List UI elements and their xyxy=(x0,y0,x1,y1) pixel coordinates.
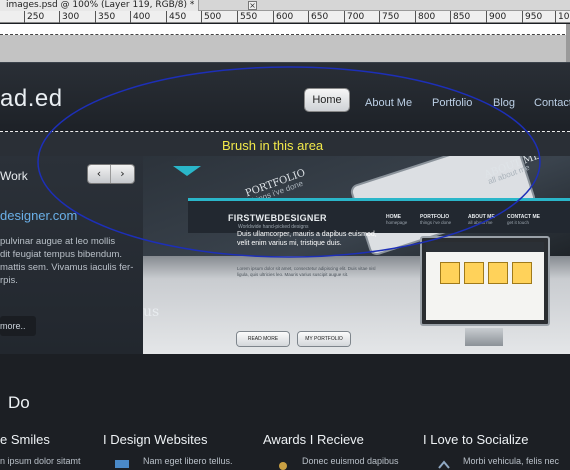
screen-card xyxy=(464,262,484,284)
service-text: Morbi vehicula, felis nec xyxy=(463,456,560,466)
service-text: n ipsum dolor sitamt xyxy=(0,456,81,466)
recent-work-panel: Work ‹ › designer.com pulvinar augue at … xyxy=(0,156,143,354)
canvas-top-strip xyxy=(0,24,570,35)
horizontal-ruler[interactable]: 250 300 350 400 450 500 550 600 650 700 … xyxy=(0,11,570,23)
mockup-paragraph: Duis ullamcorper, mauris a dapibus euism… xyxy=(237,231,377,247)
ruler-label: 700 xyxy=(344,11,364,23)
monitor-icon xyxy=(115,460,129,468)
mockup-nav-about-sub: all about me xyxy=(468,220,493,225)
ruler-label: 400 xyxy=(130,11,150,23)
ruler-label: 800 xyxy=(415,11,435,23)
mockup-teal-strip xyxy=(188,198,570,201)
ruler-label: 1000 xyxy=(555,11,570,23)
award-medal-icon xyxy=(279,462,287,470)
ruler-label: 500 xyxy=(201,11,221,23)
document-tab-bar: images.psd @ 100% (Layer 119, RGB/8) * × xyxy=(0,0,570,11)
ruler-label: 350 xyxy=(95,11,115,23)
screen-header-bar xyxy=(426,242,544,252)
service-text: Nam eget libero tellus. xyxy=(143,456,233,466)
chevron-right-icon[interactable]: › xyxy=(111,165,134,183)
mockup-my-portfolio-button: MY PORTFOLIO xyxy=(298,332,350,346)
ruler-label: 450 xyxy=(166,11,186,23)
nav-contact-link[interactable]: Contact xyxy=(534,97,570,109)
work-heading: Work xyxy=(0,169,28,183)
screen-card xyxy=(440,262,460,284)
site-logo[interactable]: ad.ed xyxy=(0,85,63,113)
ruler-label: 950 xyxy=(522,11,542,23)
mockup-site-header: FIRSTWEBDESIGNER Worldwide hand-picked d… xyxy=(188,201,570,233)
banner-side-word: us xyxy=(143,304,160,320)
ruler-label: 650 xyxy=(308,11,328,23)
mockup-small-text: Lorem ipsum dolor sit amet, consectetur … xyxy=(237,266,376,277)
ruler-label: 600 xyxy=(273,11,293,23)
chevron-left-icon[interactable]: ‹ xyxy=(88,165,111,183)
screen-card xyxy=(512,262,532,284)
ruler-label: 250 xyxy=(24,11,44,23)
selection-marquee-top xyxy=(0,131,570,132)
nav-about-link[interactable]: About Me xyxy=(365,97,412,109)
portfolio-banner-image: PORTFOLIO things i've done ABOUT ME all … xyxy=(143,156,570,354)
work-description-line: dit feugiat tempus bibendum. xyxy=(0,249,122,260)
screen-card xyxy=(488,262,508,284)
work-slider-arrows: ‹ › xyxy=(88,165,134,183)
mockup-read-more-button: READ MORE xyxy=(237,332,289,346)
canvas-pasteboard[interactable] xyxy=(0,24,570,62)
work-description-line: rpis. xyxy=(0,275,18,286)
mockup-logo: FIRSTWEBDESIGNER xyxy=(228,213,327,223)
nav-home-button[interactable]: Home xyxy=(305,89,349,111)
ruler-label: 900 xyxy=(486,11,506,23)
teal-ribbon-icon xyxy=(173,166,201,176)
more-button[interactable]: more.. xyxy=(0,316,36,336)
document-tab-title: images.psd @ 100% (Layer 119, RGB/8) * xyxy=(6,0,195,10)
monitor-screen xyxy=(426,242,544,320)
service-title: I Love to Socialize xyxy=(423,432,529,447)
photoshop-window: { "ps": { "tab_title": "images.psd @ 100… xyxy=(0,0,570,470)
ruler-label: 550 xyxy=(237,11,257,23)
ruler-label: 850 xyxy=(450,11,470,23)
ruler-label: 300 xyxy=(59,11,79,23)
work-description-line: mattis sem. Vivamus iaculis fer- xyxy=(0,262,134,273)
site-header: ad.ed Home About Me Portfolio Blog Conta… xyxy=(0,62,570,132)
nav-portfolio-link[interactable]: Portfolio xyxy=(432,97,472,109)
mockup-nav-portfolio-sub: things i've done xyxy=(420,220,452,225)
service-title: e Smiles xyxy=(0,432,50,447)
monitor-mockup xyxy=(420,236,550,326)
nav-blog-link[interactable]: Blog xyxy=(493,97,515,109)
ruler-label: 750 xyxy=(379,11,399,23)
close-tab-button[interactable]: × xyxy=(248,1,257,10)
monitor-stand xyxy=(465,328,503,346)
mockup-nav-contact-sub: get it touch xyxy=(507,220,530,225)
canvas-edge xyxy=(566,24,570,62)
work-description: pulvinar augue at leo mollis dit feugiat… xyxy=(0,235,138,287)
work-description-line: pulvinar augue at leo mollis xyxy=(0,236,116,247)
service-title: I Design Websites xyxy=(103,432,208,447)
service-text: Donec euismod dapibus xyxy=(302,456,399,466)
section-heading: Do xyxy=(8,393,30,412)
brush-hint-label: Brush in this area xyxy=(222,138,324,153)
service-title: Awards I Recieve xyxy=(263,432,364,447)
services-section: Do e Smiles n ipsum dolor sitamt I Desig… xyxy=(0,354,570,470)
designer-link[interactable]: designer.com xyxy=(0,208,77,223)
document-tab[interactable]: images.psd @ 100% (Layer 119, RGB/8) * xyxy=(0,0,200,11)
mockup-nav-home-sub: homepage xyxy=(386,220,408,225)
social-share-icon xyxy=(438,460,450,469)
